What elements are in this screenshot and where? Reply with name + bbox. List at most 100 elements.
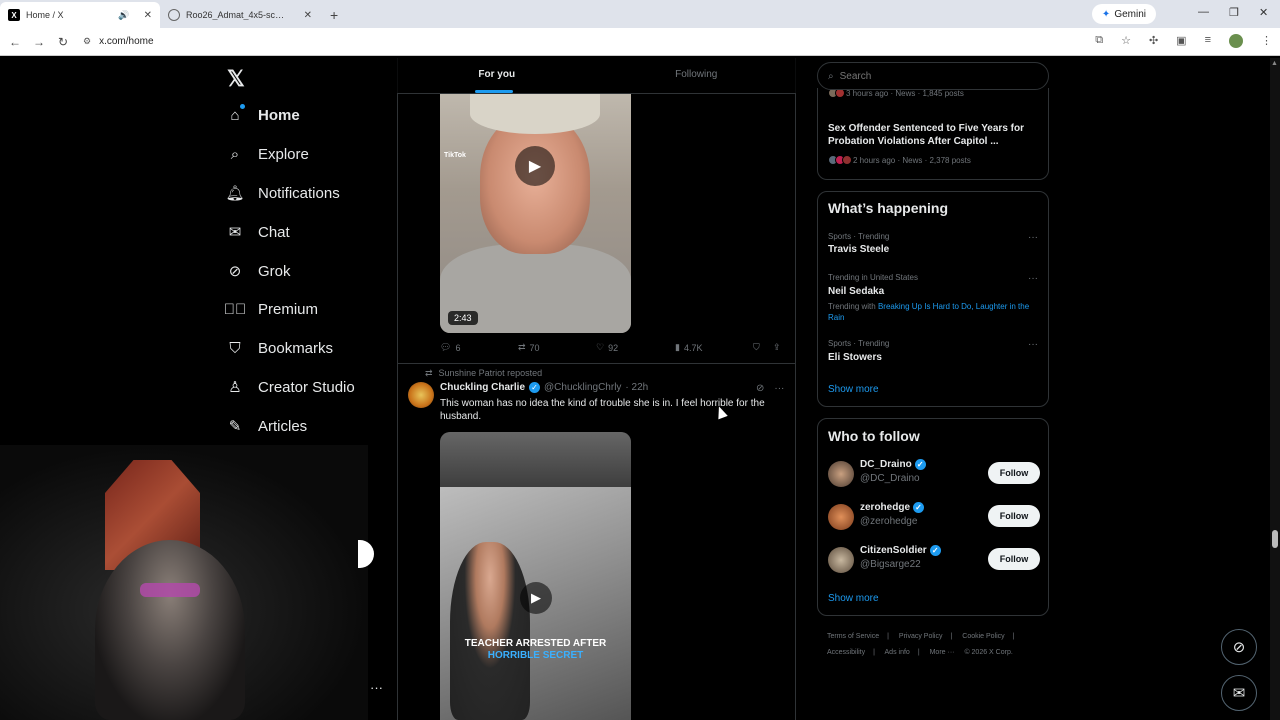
grok-icon[interactable]: ⊘ [756,383,764,394]
sidebar-footer: Terms of Service | Privacy Policy | Cookie… [827,629,1049,661]
post-header-actions: ⊘ ··· [756,383,784,394]
repost-button[interactable]: ⇄ 70 [518,342,540,353]
like-button[interactable]: ♡ 92 [596,342,618,353]
more-options-icon[interactable]: ··· [1028,232,1038,243]
nav-premium[interactable]: ✓⃝ Premium [224,300,318,318]
footer-link[interactable]: Cookie Policy [962,633,1004,640]
star-icon[interactable]: ☆ [1121,34,1131,48]
forward-icon[interactable]: → [27,35,51,49]
back-icon[interactable]: ← [3,35,27,49]
tab-for-you[interactable]: For you [397,58,597,93]
repost-icon: ⇄ [518,342,526,352]
bookmark-button[interactable]: ⛉ [753,342,760,353]
messages-fab[interactable]: ✉ [1221,675,1257,711]
follow-button[interactable]: Follow [988,505,1040,527]
footer-link[interactable]: More ··· [930,649,955,656]
reading-list-icon[interactable]: ≡ [1205,34,1211,48]
follow-button[interactable]: Follow [988,548,1040,570]
browser-tab-home[interactable]: X Home / X 🔊 ✕ [0,2,160,28]
views-button[interactable]: ▮ 4.7K [675,342,702,353]
footer-link[interactable]: Ads info [885,649,910,656]
close-window-icon[interactable]: ✕ [1259,6,1268,19]
scrollbar-thumb[interactable] [1272,530,1278,548]
restore-icon[interactable]: ❐ [1229,6,1239,19]
nav-label: Articles [258,417,308,435]
share-button[interactable]: ⇪ [773,342,781,353]
page-scrollbar[interactable] [1270,58,1280,720]
nav-articles[interactable]: ✎ Articles [226,417,308,436]
post-video-1[interactable]: TikTok ▶ [440,94,631,333]
avatar[interactable] [828,547,854,573]
nav-bookmarks[interactable]: ⛉ Bookmarks [226,339,333,357]
nav-label: Explore [258,145,309,163]
follow-suggestion[interactable]: CitizenSoldier ✓ @Bigsarge22 Follow [828,545,1040,579]
search-box[interactable]: ⌕ [817,62,1049,90]
footer-link[interactable]: Accessibility [827,649,865,656]
follow-button[interactable]: Follow [988,462,1040,484]
footer-link[interactable]: Terms of Service [827,633,879,640]
grok-icon: ⊘ [228,263,242,280]
show-more-link[interactable]: Show more [828,384,879,395]
nav-grok[interactable]: ⊘ Grok [226,262,291,281]
tab-following[interactable]: Following [597,58,797,93]
author-handle[interactable]: @ChucklingChrly [544,382,621,393]
split-view-icon[interactable]: ▣ [1176,34,1186,48]
author-name[interactable]: Chuckling Charlie [440,382,525,393]
reload-icon[interactable]: ↻ [51,35,75,49]
play-icon[interactable]: ▶ [520,582,552,614]
post-header: Chuckling Charlie ✓ @ChucklingChrly · 22… [440,382,648,393]
x-logo[interactable]: 𝕏 [227,66,245,92]
avatar[interactable] [408,382,434,408]
browser-tab-image[interactable]: Roo26_Admat_4x5-scaled.jpg ( ✕ [160,2,320,28]
account-handle: @DC_Draino [860,473,920,484]
show-more-link[interactable]: Show more [828,593,879,604]
account-name[interactable]: DC_Draino ✓ [860,459,926,470]
nav-creator-studio[interactable]: ♙ Creator Studio [226,378,354,397]
post-time[interactable]: · 22h [625,382,648,393]
minimize-icon[interactable]: — [1198,6,1209,18]
trend-name[interactable]: Eli Stowers [828,352,882,363]
nav-home[interactable]: ⌂ Home [226,106,299,124]
account-name[interactable]: CitizenSoldier ✓ [860,545,941,556]
profile-avatar[interactable] [1229,34,1243,48]
more-options-icon[interactable]: ··· [1028,339,1038,350]
x-favicon-icon: X [8,9,20,21]
nav-chat[interactable]: ✉ Chat [226,223,290,242]
scroll-up-icon[interactable]: ▲ [1271,60,1278,67]
trend-name[interactable]: Travis Steele [828,244,889,255]
menu-icon[interactable]: ⋮ [1261,34,1272,48]
nav-notifications[interactable]: 🔔︎ Notifications [225,184,339,203]
more-options-icon[interactable]: ··· [1028,273,1038,284]
gemini-button[interactable]: ✦ Gemini [1091,4,1156,24]
search-input[interactable] [839,70,1020,82]
video-figure [450,542,530,720]
video-figure-cap [470,94,600,134]
install-icon[interactable]: ⧉ [1095,34,1103,48]
footer-link[interactable]: Privacy Policy [899,633,943,640]
avatar[interactable] [828,504,854,530]
account-name[interactable]: zerohedge ✓ [860,502,925,513]
reply-button[interactable]: 💬︎ 6 [440,342,460,353]
repost-context[interactable]: ⇄ Sunshine Patriot reposted [425,368,542,379]
follow-suggestion[interactable]: zerohedge ✓ @zerohedge Follow [828,502,1040,536]
news-title[interactable]: Sex Offender Sentenced to Five Years for… [828,122,1038,148]
extensions-icon[interactable]: ✣ [1149,34,1158,48]
close-tab-icon[interactable]: ✕ [144,10,152,21]
site-info-icon[interactable]: ⚙ [83,36,91,47]
close-tab-icon[interactable]: ✕ [304,10,312,21]
post-button-edge[interactable] [358,540,374,568]
post-video-2[interactable]: ▶ TEACHER ARRESTED AFTER HORRIBLE SECRET [440,432,631,720]
play-icon[interactable]: ▶ [515,146,555,186]
grok-fab[interactable]: ⊘ [1221,629,1257,665]
nav-explore[interactable]: ⌕ Explore [226,145,309,163]
speaker-icon[interactable]: 🔊 [118,10,129,21]
follow-suggestion[interactable]: DC_Draino ✓ @DC_Draino Follow [828,459,1040,493]
footer-separator: | [1012,633,1015,640]
more-options-icon[interactable]: ··· [774,383,784,394]
url-field[interactable]: ⚙ x.com/home [83,36,154,47]
trend-name[interactable]: Neil Sedaka [828,286,884,297]
new-tab-button[interactable]: + [320,2,348,28]
avatar-stack [828,155,852,165]
account-more-icon[interactable]: ··· [370,680,383,695]
avatar[interactable] [828,461,854,487]
